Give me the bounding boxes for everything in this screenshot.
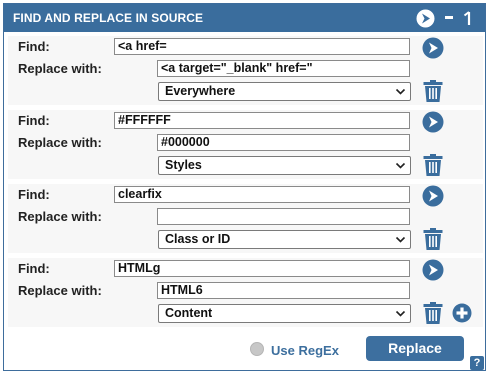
scope-select[interactable]: Styles — [158, 156, 411, 175]
replace-input[interactable]: HTML6 — [157, 282, 410, 299]
replace-input[interactable] — [157, 208, 410, 225]
find-input[interactable]: #FFFFFF — [114, 112, 410, 129]
scope-value: Content — [165, 306, 213, 320]
chevron-down-icon — [395, 236, 406, 243]
scope-select[interactable]: Class or ID — [158, 230, 411, 249]
replace-input[interactable]: #000000 — [157, 134, 410, 151]
rule-group: Find: HTMLg Replace with: HTML6 Content — [8, 258, 483, 327]
chevron-down-icon — [395, 88, 406, 95]
trash-icon[interactable] — [423, 228, 443, 250]
replace-button[interactable]: Replace — [366, 336, 464, 361]
scope-select[interactable]: Content — [158, 304, 411, 323]
add-icon[interactable] — [452, 303, 472, 323]
replace-input[interactable]: <a target="_blank" href=" — [157, 60, 410, 77]
chevron-down-icon — [395, 310, 406, 317]
rule-group: Find: <a href= Replace with: <a target="… — [8, 36, 483, 105]
find-input[interactable]: <a href= — [114, 38, 410, 55]
replace-label: Replace with: — [18, 61, 102, 76]
go-arrow-icon[interactable] — [422, 111, 444, 133]
go-arrow-icon[interactable] — [422, 185, 444, 207]
use-regex-label[interactable]: Use RegEx — [271, 343, 339, 358]
replace-label: Replace with: — [18, 209, 102, 224]
run-all-icon[interactable] — [416, 9, 435, 28]
find-label: Find: — [18, 113, 50, 128]
find-input[interactable]: HTMLg — [114, 260, 410, 277]
find-label: Find: — [18, 261, 50, 276]
undock-icon[interactable] — [463, 10, 473, 26]
help-icon[interactable]: ? — [470, 356, 484, 370]
replace-label: Replace with: — [18, 283, 102, 298]
scope-select[interactable]: Everywhere — [158, 82, 411, 101]
rule-group: Find: #FFFFFF Replace with: #000000 Styl… — [8, 110, 483, 179]
panel-title: FIND AND REPLACE IN SOURCE — [13, 11, 204, 25]
find-label: Find: — [18, 187, 50, 202]
scope-value: Everywhere — [165, 84, 236, 98]
title-bar: FIND AND REPLACE IN SOURCE — [4, 4, 485, 32]
minimize-icon[interactable] — [445, 16, 453, 21]
trash-icon[interactable] — [423, 154, 443, 176]
chevron-down-icon — [395, 162, 406, 169]
find-label: Find: — [18, 39, 50, 54]
go-arrow-icon[interactable] — [422, 37, 444, 59]
trash-icon[interactable] — [423, 302, 443, 324]
scope-value: Styles — [165, 158, 202, 172]
use-regex-radio[interactable] — [250, 342, 264, 356]
rule-group: Find: clearfix Replace with: Class or ID — [8, 184, 483, 253]
find-replace-panel: FIND AND REPLACE IN SOURCE Find: <a href… — [3, 3, 486, 371]
replace-label: Replace with: — [18, 135, 102, 150]
trash-icon[interactable] — [423, 80, 443, 102]
go-arrow-icon[interactable] — [422, 259, 444, 281]
find-input[interactable]: clearfix — [114, 186, 410, 203]
scope-value: Class or ID — [165, 232, 231, 246]
